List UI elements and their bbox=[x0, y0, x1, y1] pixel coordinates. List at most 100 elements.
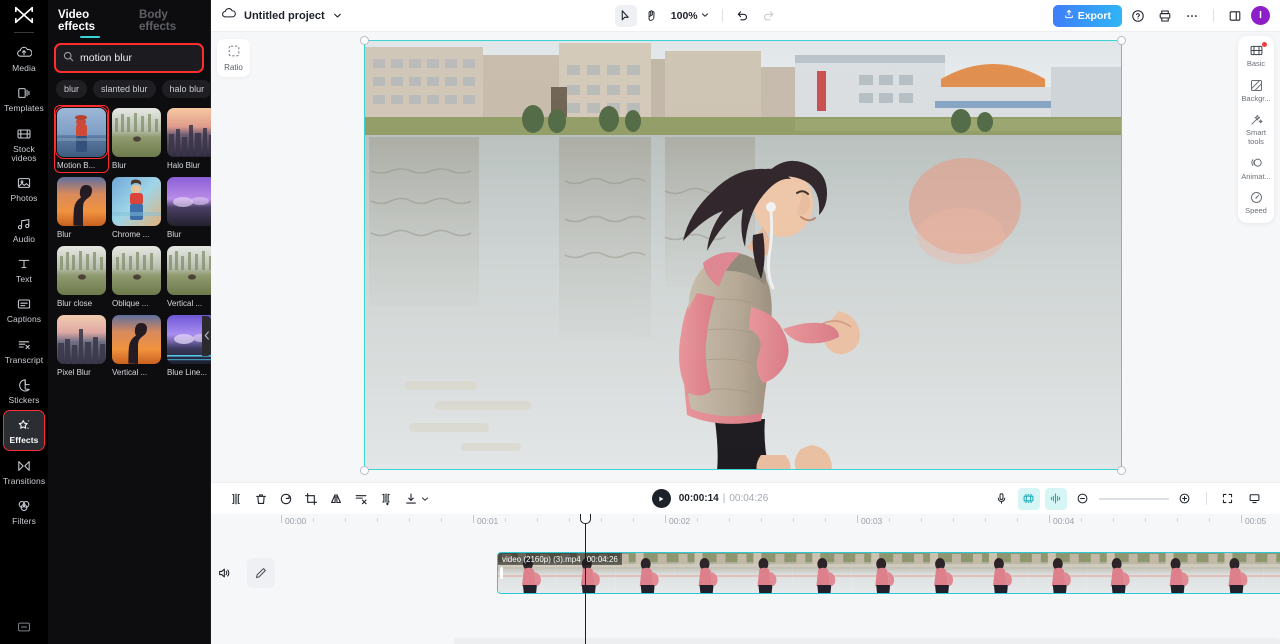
search-tag-list: blur slanted blur halo blur bbox=[48, 71, 210, 98]
resize-handle-top-right[interactable] bbox=[1117, 36, 1126, 45]
sidebar-item-audio[interactable]: Audio bbox=[4, 210, 44, 248]
hand-pan-icon[interactable] bbox=[641, 5, 663, 27]
effect-card-chrome-blur[interactable]: Chrome ... bbox=[112, 177, 161, 239]
chevron-left-icon bbox=[204, 327, 210, 345]
play-button[interactable] bbox=[651, 489, 671, 508]
effect-thumbnail bbox=[112, 315, 161, 364]
search-tag[interactable]: slanted blur bbox=[93, 80, 156, 98]
sidebar-item-filters[interactable]: Filters bbox=[4, 492, 44, 530]
zoom-in-button[interactable] bbox=[1174, 488, 1196, 510]
mirror-button[interactable] bbox=[325, 488, 347, 510]
export-button[interactable]: Export bbox=[1052, 4, 1122, 27]
effect-thumbnail bbox=[167, 108, 216, 157]
sidebar-item-captions[interactable]: Captions bbox=[4, 290, 44, 328]
zoom-level-selector[interactable]: 100% bbox=[667, 10, 713, 22]
more-horizontal-icon[interactable] bbox=[1181, 5, 1203, 27]
volume-icon[interactable] bbox=[213, 562, 235, 584]
effect-card-halo-blur[interactable]: Halo Blur bbox=[167, 108, 216, 170]
sidebar-item-stock-videos[interactable]: Stock videos bbox=[4, 120, 44, 168]
timeline-ruler[interactable]: 00:00 00:01 00:02 00:03 00:04 00:05 bbox=[211, 514, 1280, 530]
effects-panel-tabs: Video effects Body effects bbox=[48, 0, 210, 40]
effect-name: Motion B... bbox=[57, 161, 96, 170]
top-toolbar-center: 100% bbox=[614, 4, 780, 27]
effect-card-oblique-blur[interactable]: Oblique ... bbox=[112, 246, 161, 308]
resize-handle-top-left[interactable] bbox=[360, 36, 369, 45]
timeline-zoom-slider[interactable] bbox=[1098, 497, 1169, 500]
player-toolbar: 00:00:14 | 00:04:26 bbox=[211, 482, 1280, 514]
undo-icon[interactable] bbox=[732, 5, 754, 27]
fit-screen-button[interactable] bbox=[1217, 488, 1239, 510]
fullscreen-button[interactable] bbox=[1244, 488, 1266, 510]
chevron-down-icon[interactable] bbox=[421, 490, 429, 508]
panel-collapse-handle[interactable] bbox=[202, 316, 211, 356]
waveform-toggle[interactable] bbox=[1044, 487, 1067, 510]
timeline[interactable]: 00:00 00:01 00:02 00:03 00:04 00:05 vide… bbox=[211, 514, 1280, 644]
record-voiceover-button[interactable] bbox=[991, 488, 1013, 510]
rotate-button[interactable] bbox=[275, 488, 297, 510]
sidebar-item-text[interactable]: Text bbox=[4, 250, 44, 288]
video-preview[interactable] bbox=[364, 40, 1122, 470]
effect-card-pixel-blur[interactable]: Pixel Blur bbox=[57, 315, 106, 377]
effect-card-blur-1[interactable]: Blur bbox=[112, 108, 161, 170]
sidebar-item-media[interactable]: Media bbox=[4, 39, 44, 77]
search-tag[interactable]: halo blur bbox=[161, 80, 210, 98]
clip-duration: 00:04:26 bbox=[586, 554, 618, 564]
zoom-out-button[interactable] bbox=[1072, 488, 1094, 510]
edit-pencil-icon[interactable] bbox=[247, 558, 275, 588]
dock-item-smart-tools[interactable]: Smart tools bbox=[1239, 112, 1273, 146]
print-icon[interactable] bbox=[1154, 5, 1176, 27]
sidebar-item-templates[interactable]: Templates bbox=[4, 79, 44, 117]
cut-button[interactable] bbox=[350, 488, 372, 510]
timeline-scroll-area[interactable] bbox=[454, 638, 1280, 644]
workspace-icon[interactable] bbox=[0, 620, 48, 634]
playhead[interactable] bbox=[580, 514, 591, 644]
ratio-button[interactable]: Ratio bbox=[217, 39, 250, 77]
panel-layout-icon[interactable] bbox=[1224, 5, 1246, 27]
search-input[interactable] bbox=[80, 52, 215, 64]
timeline-clip[interactable]: video (2160p) (3).mp4 00:04:26 bbox=[497, 552, 1280, 594]
effect-card-vertical-blur-2[interactable]: Vertical ... bbox=[112, 315, 161, 377]
avatar[interactable]: I bbox=[1250, 6, 1270, 25]
sidebar-item-stickers[interactable]: Stickers bbox=[4, 371, 44, 409]
effect-card-blur-2[interactable]: Blur bbox=[57, 177, 106, 239]
effect-name: Blur bbox=[167, 230, 182, 239]
freeze-button[interactable] bbox=[375, 488, 397, 510]
download-button[interactable] bbox=[400, 488, 422, 510]
sidebar-item-photos[interactable]: Photos bbox=[4, 169, 44, 207]
thumbnails-toggle[interactable] bbox=[1017, 487, 1040, 510]
tab-video-effects[interactable]: Video effects bbox=[58, 9, 121, 40]
search-box[interactable] bbox=[54, 43, 230, 73]
redo-icon[interactable] bbox=[758, 5, 780, 27]
effect-card-vertical-blur-1[interactable]: Vertical ... bbox=[167, 246, 216, 308]
playhead-knob[interactable] bbox=[580, 514, 591, 524]
zoom-level-value: 100% bbox=[670, 9, 698, 22]
project-title[interactable]: Untitled project bbox=[244, 10, 325, 22]
split-button[interactable] bbox=[225, 488, 247, 510]
dock-item-background[interactable]: Backgr... bbox=[1239, 78, 1273, 104]
chevron-down-icon[interactable] bbox=[333, 7, 342, 25]
crop-button[interactable] bbox=[300, 488, 322, 510]
dock-item-speed[interactable]: Speed bbox=[1239, 190, 1273, 216]
time-separator: | bbox=[722, 493, 726, 504]
sidebar-item-transcript[interactable]: Transcript bbox=[4, 331, 44, 369]
resize-handle-bottom-left[interactable] bbox=[360, 466, 369, 475]
left-nav-rail: Media Templates Stock videos Photos Audi… bbox=[0, 0, 48, 644]
effect-card-blur-3[interactable]: Blur bbox=[167, 177, 216, 239]
dock-item-animation[interactable]: Animat... bbox=[1239, 156, 1273, 182]
search-container bbox=[54, 43, 230, 73]
help-circle-icon[interactable] bbox=[1127, 5, 1149, 27]
cloud-icon[interactable] bbox=[221, 6, 236, 26]
effect-card-motion-blur[interactable]: Motion B... bbox=[54, 105, 109, 173]
search-tag[interactable]: blur bbox=[56, 80, 88, 98]
capcut-logo-icon[interactable] bbox=[0, 0, 48, 30]
sidebar-item-effects[interactable]: Effects bbox=[3, 410, 45, 451]
effect-card-blur-close[interactable]: Blur close bbox=[57, 246, 106, 308]
dock-item-basic[interactable]: Basic bbox=[1239, 42, 1273, 69]
sidebar-item-label: Captions bbox=[6, 314, 42, 325]
delete-button[interactable] bbox=[250, 488, 272, 510]
clip-trim-handle-left[interactable] bbox=[500, 567, 503, 579]
resize-handle-bottom-right[interactable] bbox=[1117, 466, 1126, 475]
tab-body-effects[interactable]: Body effects bbox=[139, 9, 200, 40]
cursor-select-icon[interactable] bbox=[614, 4, 637, 27]
sidebar-item-transitions[interactable]: Transitions bbox=[3, 452, 45, 490]
